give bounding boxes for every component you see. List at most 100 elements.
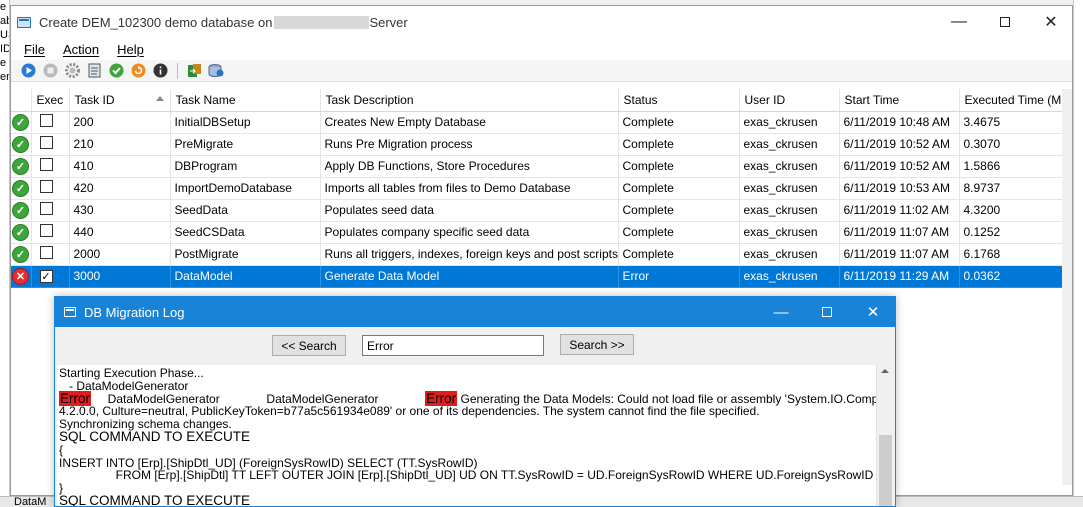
log-window: DB Migration Log — ✕ << Search Search >>… — [54, 296, 896, 507]
exec-cell — [31, 111, 70, 134]
background-app-right — [1073, 0, 1083, 507]
exec-checkbox[interactable] — [39, 158, 53, 171]
settings-gear-icon[interactable] — [63, 61, 82, 80]
task-id-cell: 3000 — [69, 265, 171, 288]
row-state-cell: ✓ — [11, 155, 32, 178]
maximize-button[interactable] — [982, 6, 1028, 38]
status-cell: Complete — [618, 133, 740, 156]
bg-fragment: US — [0, 29, 9, 41]
log-maximize-button[interactable] — [804, 297, 850, 327]
sort-ascending-icon — [155, 96, 164, 101]
stop-icon[interactable] — [41, 61, 60, 80]
table-row[interactable]: ✓ 410 DBProgram Apply DB Functions, Store P… — [11, 155, 1072, 178]
executed-time-cell: 8.9737 — [959, 177, 1072, 200]
check-icon[interactable] — [107, 61, 126, 80]
redacted-server-name — [274, 15, 370, 29]
search-input[interactable] — [362, 335, 544, 356]
refresh-icon[interactable] — [129, 61, 148, 80]
log-output[interactable]: Starting Execution Phase... - DataModelG… — [57, 365, 876, 506]
task-id-cell: 440 — [69, 221, 171, 244]
exec-checkbox[interactable] — [39, 246, 53, 259]
start-time-cell: 6/11/2019 10:52 AM — [839, 133, 960, 156]
status-cell: Complete — [618, 177, 740, 200]
search-highlight: Error — [59, 390, 91, 406]
minimize-button[interactable]: — — [936, 6, 982, 38]
exec-checkbox[interactable] — [39, 136, 53, 149]
user-id-cell: exas_ckrusen — [739, 199, 840, 222]
success-check-icon: ✓ — [12, 135, 29, 153]
column-header-task-name[interactable]: Task Name — [170, 89, 321, 112]
row-state-cell: ✓ — [11, 199, 32, 222]
user-id-cell: exas_ckrusen — [739, 111, 840, 134]
column-header-status[interactable]: Status — [618, 89, 740, 112]
toolbar — [11, 60, 1072, 82]
exec-cell — [31, 155, 70, 178]
log-window-title: DB Migration Log — [84, 304, 185, 320]
bg-fragment: erv — [0, 71, 10, 83]
row-state-cell: ✓ — [11, 243, 32, 266]
status-cell: Error — [618, 265, 740, 288]
task-id-cell: 210 — [69, 133, 171, 156]
description-cell: Populates seed data — [320, 199, 619, 222]
exec-checkbox[interactable] — [39, 180, 53, 193]
column-header-executed-time[interactable]: Executed Time (Min) — [959, 89, 1072, 112]
menu-file[interactable]: File — [15, 42, 54, 57]
start-time-cell: 6/11/2019 10:53 AM — [839, 177, 960, 200]
executed-time-cell: 3.4675 — [959, 111, 1072, 134]
scroll-up-arrow-icon[interactable] — [881, 369, 889, 373]
exec-cell: ✓ — [31, 265, 70, 288]
log-line: SQL COMMAND TO EXECUTE — [59, 428, 251, 444]
column-header-exec[interactable]: Exec — [31, 89, 70, 112]
log-close-button[interactable]: ✕ — [850, 297, 895, 327]
status-cell: Complete — [618, 221, 740, 244]
column-header-state[interactable] — [11, 89, 32, 112]
start-time-cell: 6/11/2019 10:48 AM — [839, 111, 960, 134]
play-icon[interactable] — [19, 61, 38, 80]
log-minimize-button[interactable]: — — [758, 297, 804, 327]
table-row[interactable]: ✓ 2000 PostMigrate Runs all triggers, index… — [11, 243, 1072, 266]
menu-action[interactable]: Action — [54, 42, 108, 57]
column-header-start-time[interactable]: Start Time — [839, 89, 960, 112]
user-id-cell: exas_ckrusen — [739, 155, 840, 178]
grid-scrollbar[interactable] — [1062, 89, 1072, 485]
database-icon[interactable] — [207, 61, 226, 80]
info-icon[interactable] — [151, 61, 170, 80]
table-row[interactable]: ✕ ✓ 3000 DataModel Generate Data Model Error e… — [11, 265, 1072, 288]
search-previous-button[interactable]: << Search — [272, 335, 346, 356]
bg-bottom-label: DataM — [14, 496, 47, 507]
error-x-icon: ✕ — [12, 267, 29, 285]
document-icon[interactable] — [85, 61, 104, 80]
table-row[interactable]: ✓ 440 SeedCSData Populates company specific… — [11, 221, 1072, 244]
description-cell: Generate Data Model — [320, 265, 619, 288]
column-header-user-id[interactable]: User ID — [739, 89, 840, 112]
status-cell: Complete — [618, 111, 740, 134]
search-next-button[interactable]: Search >> — [560, 334, 634, 355]
title-prefix: Create DEM_102300 demo database on — [39, 14, 273, 30]
table-row[interactable]: ✓ 210 PreMigrate Runs Pre Migration process… — [11, 133, 1072, 156]
window-title: Create DEM_102300 demo database on Server — [39, 15, 408, 30]
executed-time-cell: 0.0362 — [959, 265, 1072, 288]
table-row[interactable]: ✓ 420 ImportDemoDatabase Imports all tables… — [11, 177, 1072, 200]
executed-time-cell: 0.1252 — [959, 221, 1072, 244]
log-scrollbar[interactable] — [876, 365, 893, 506]
executed-time-cell: 1.5866 — [959, 155, 1072, 178]
exec-checkbox[interactable] — [39, 114, 53, 127]
user-id-cell: exas_ckrusen — [739, 133, 840, 156]
table-row[interactable]: ✓ 200 InitialDBSetup Creates New Empty Data… — [11, 111, 1072, 134]
main-titlebar[interactable]: Create DEM_102300 demo database on Server… — [11, 6, 1072, 38]
description-cell: Creates New Empty Database — [320, 111, 619, 134]
column-header-description[interactable]: Task Description — [320, 89, 619, 112]
scroll-thumb[interactable] — [879, 435, 892, 506]
close-button[interactable]: ✕ — [1028, 6, 1072, 38]
exec-checkbox[interactable] — [39, 202, 53, 215]
user-id-cell: exas_ckrusen — [739, 221, 840, 244]
exec-checkbox[interactable]: ✓ — [39, 270, 53, 283]
menu-help[interactable]: Help — [108, 42, 153, 57]
success-check-icon: ✓ — [12, 179, 29, 197]
exec-checkbox[interactable] — [39, 224, 53, 237]
table-row[interactable]: ✓ 430 SeedData Populates seed data Complete e… — [11, 199, 1072, 222]
log-titlebar[interactable]: DB Migration Log — ✕ — [55, 297, 895, 327]
export-icon[interactable] — [185, 61, 204, 80]
column-header-task-id[interactable]: Task ID — [69, 89, 171, 112]
title-suffix: Server — [369, 14, 408, 30]
